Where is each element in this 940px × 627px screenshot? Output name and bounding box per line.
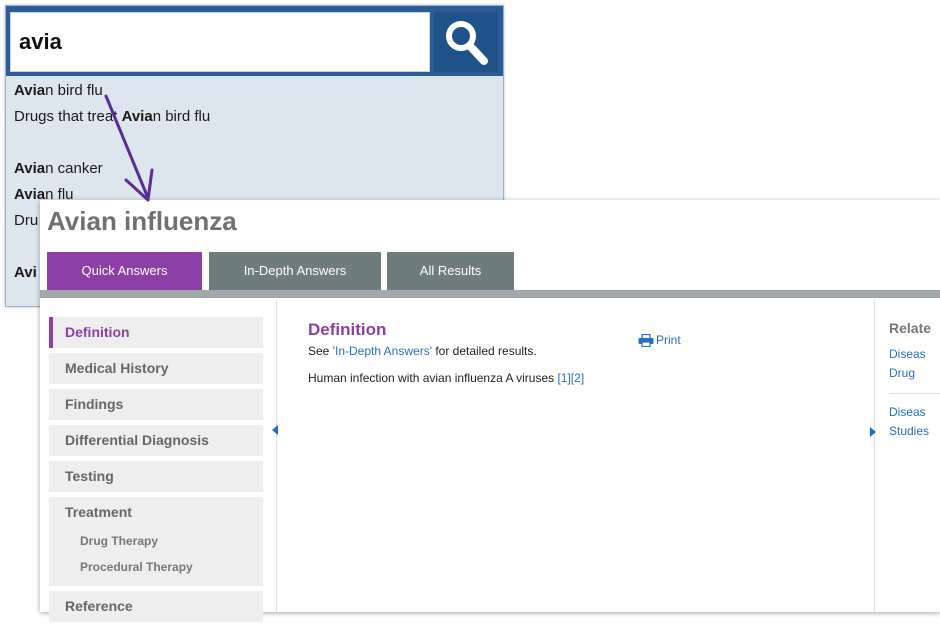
definition-body: Human infection with avian influenza A v… xyxy=(308,371,558,385)
section-nav: Definition Medical History Findings Diff… xyxy=(49,317,263,627)
nav-item-differential-diagnosis[interactable]: Differential Diagnosis xyxy=(49,425,263,456)
suggestion-match: Avia xyxy=(121,108,153,125)
nav-subitem-drug-therapy[interactable]: Drug Therapy xyxy=(49,528,263,554)
nav-group-treatment: Treatment Drug Therapy Procedural Therap… xyxy=(49,497,263,586)
search-bar xyxy=(6,6,503,76)
nav-item-treatment[interactable]: Treatment xyxy=(49,497,263,528)
suggestion-item[interactable]: Drugs that treat Avian bird flu xyxy=(14,104,494,130)
magnifier-icon xyxy=(446,21,488,65)
tab-quick-answers[interactable]: Quick Answers xyxy=(47,252,202,290)
nav-item-definition[interactable]: Definition xyxy=(49,317,263,348)
nav-item-reference[interactable]: Reference xyxy=(49,591,263,622)
divider xyxy=(874,300,875,612)
search-input[interactable] xyxy=(10,12,430,72)
collapse-left-arrow-icon[interactable] xyxy=(272,425,278,435)
topic-panel: Avian influenza Quick Answers In-Depth A… xyxy=(40,200,940,622)
related-heading: Relate xyxy=(889,320,932,336)
related-link-line: Studies xyxy=(889,424,930,438)
search-button[interactable] xyxy=(434,12,498,72)
see-note: See 'In-Depth Answers' for detailed resu… xyxy=(308,344,848,358)
related-link[interactable]: Diseas Drug xyxy=(889,345,940,383)
divider xyxy=(276,300,277,612)
related-link-line: Drug xyxy=(889,366,916,380)
section-heading: Definition xyxy=(308,320,387,339)
suggestion-rest: n canker xyxy=(45,160,103,177)
print-button[interactable]: Print xyxy=(638,333,681,348)
related-link-line: Diseas xyxy=(889,405,926,419)
suggestion-rest: n bird flu xyxy=(152,108,211,125)
suggestion-prefix: Drugs that treat xyxy=(14,108,122,125)
printer-icon xyxy=(638,333,654,348)
content-area: Definition See 'In-Depth Answers' for de… xyxy=(308,320,848,385)
divider xyxy=(889,393,940,394)
see-prefix: See xyxy=(308,344,333,358)
suggestion-match: Avi xyxy=(14,264,37,281)
suggestion-match: Avia xyxy=(14,160,46,177)
related-link[interactable]: Diseas Studies xyxy=(889,403,940,441)
related-panel: Relate Diseas Drug Diseas Studies xyxy=(889,320,940,441)
suggestion-prefix: Dru xyxy=(14,212,39,229)
definition-text: Human infection with avian influenza A v… xyxy=(308,371,848,385)
page-title: Avian influenza xyxy=(47,206,237,236)
suggestion-item[interactable]: Avian canker xyxy=(14,156,494,182)
in-depth-answers-link[interactable]: 'In-Depth Answers' xyxy=(333,344,432,358)
suggestion-match: Avia xyxy=(14,82,46,99)
tab-all-results[interactable]: All Results xyxy=(387,252,514,290)
nav-item-testing[interactable]: Testing xyxy=(49,461,263,492)
nav-item-medical-history[interactable]: Medical History xyxy=(49,353,263,384)
see-suffix: for detailed results. xyxy=(431,344,537,358)
suggestion-spacer xyxy=(14,130,494,156)
expand-right-arrow-icon[interactable] xyxy=(870,427,876,437)
suggestion-item[interactable]: Avian bird flu xyxy=(14,78,494,104)
nav-subitem-procedural-therapy[interactable]: Procedural Therapy xyxy=(49,554,263,580)
print-label: Print xyxy=(656,333,681,347)
citation-links[interactable]: [1][2] xyxy=(557,371,584,385)
tab-in-depth-answers[interactable]: In-Depth Answers xyxy=(209,252,381,290)
tab-underline-bar xyxy=(40,290,940,298)
nav-item-findings[interactable]: Findings xyxy=(49,389,263,420)
suggestion-rest: n bird flu xyxy=(45,82,103,99)
related-link-line: Diseas xyxy=(889,347,926,361)
